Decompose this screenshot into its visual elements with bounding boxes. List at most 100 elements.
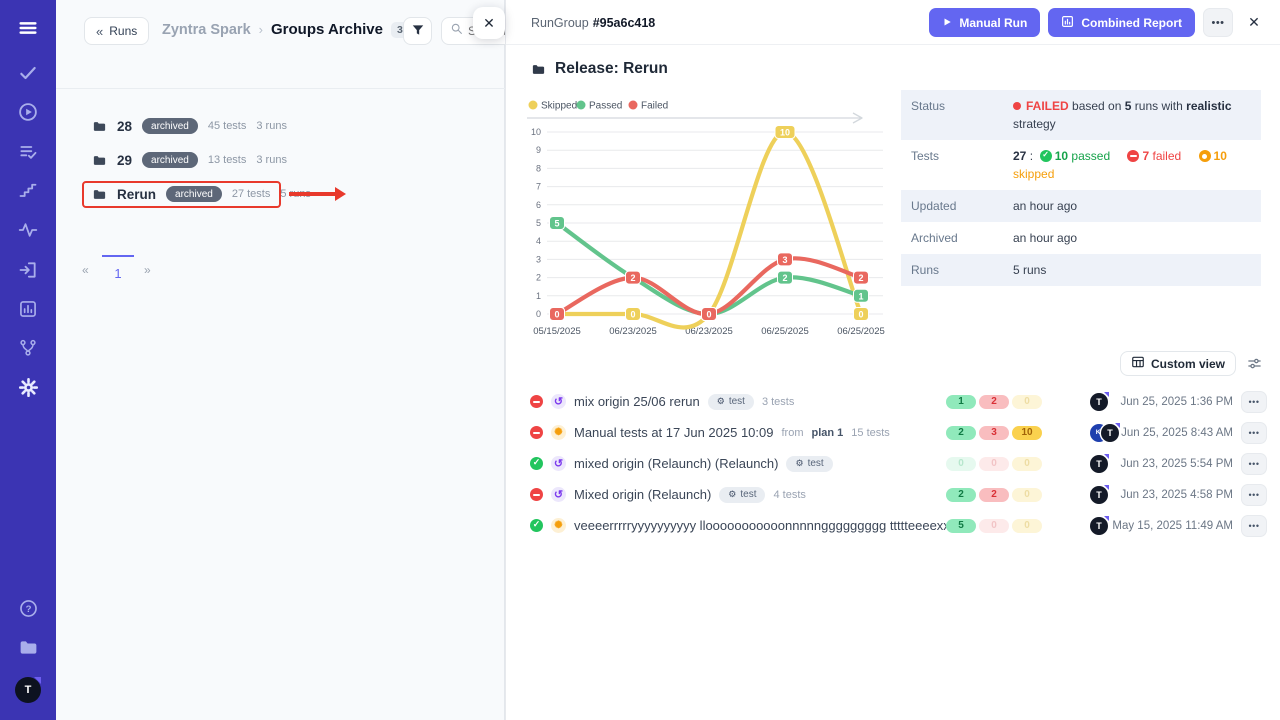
run-name[interactable]: mixed origin (Relaunch) (Relaunch): [574, 456, 778, 471]
breadcrumb-project[interactable]: Zyntra Spark: [162, 22, 251, 38]
run-row[interactable]: Manual tests at 17 Jun 2025 10:09frompla…: [530, 417, 1267, 448]
failed-dot-icon: [1013, 102, 1021, 110]
folder-icon: [531, 62, 546, 77]
combined-report-label: Combined Report: [1081, 16, 1182, 30]
test-tag-badge: test: [719, 487, 765, 503]
user-avatar[interactable]: T: [15, 677, 41, 703]
automated-run-icon: [551, 487, 566, 502]
run-more-button[interactable]: •••: [1241, 422, 1267, 444]
run-avatars: T: [1090, 393, 1108, 411]
run-row[interactable]: mixed origin (Relaunch) (Relaunch)test00…: [530, 448, 1267, 479]
svg-text:2: 2: [630, 273, 635, 283]
run-avatars: T: [1090, 486, 1108, 504]
group-runs-count: 3 runs: [256, 154, 287, 166]
group-tests-count: 27 tests: [232, 188, 271, 200]
run-row[interactable]: Mixed origin (Relaunch)test4 tests220TJu…: [530, 479, 1267, 510]
failed-count-pill: 3: [979, 426, 1009, 440]
sidebar-item-menu[interactable]: [0, 12, 56, 48]
run-name[interactable]: mix origin 25/06 rerun: [574, 394, 700, 409]
run-row[interactable]: veeeerrrrryyyyyyyyyy llooooooooooonnnnng…: [530, 510, 1267, 541]
group-list: 28archived45 tests3 runs29archived13 tes…: [56, 109, 505, 211]
run-more-button[interactable]: •••: [1241, 453, 1267, 475]
runs-value: 5 runs: [1013, 261, 1251, 279]
updated-value: an hour ago: [1013, 197, 1251, 215]
passed-status-icon: [530, 457, 543, 470]
filter-settings-icon[interactable]: [1247, 356, 1262, 371]
table-icon: [1131, 355, 1145, 372]
dot-circle-icon: [1199, 150, 1211, 162]
svg-text:06/23/2025: 06/23/2025: [609, 326, 657, 337]
sidebar-item-branch[interactable]: [0, 332, 56, 368]
manual-run-icon: [551, 518, 566, 533]
sidebar-item-projects[interactable]: [0, 632, 56, 668]
status-runs-count: 5: [1125, 99, 1132, 113]
sidebar-item-analytics[interactable]: [0, 214, 56, 250]
sidebar-item-settings[interactable]: [0, 372, 56, 408]
tests-total: 27: [1013, 149, 1026, 163]
group-row-29[interactable]: 29archived13 tests3 runs: [56, 143, 505, 177]
archived-value: an hour ago: [1013, 229, 1251, 247]
archived-badge: archived: [142, 118, 198, 134]
avatar: T: [1090, 517, 1108, 535]
manual-run-label: Manual Run: [959, 16, 1027, 30]
check-circle-icon: [1040, 150, 1052, 162]
run-more-button[interactable]: •••: [1241, 391, 1267, 413]
sidebar-item-plans[interactable]: [0, 136, 56, 172]
close-panel-button[interactable]: ✕: [1241, 8, 1267, 37]
automated-run-icon: [551, 456, 566, 471]
sidebar-item-help[interactable]: ?: [0, 593, 56, 629]
sidebar-item-milestones[interactable]: [0, 175, 56, 211]
avatar: T: [1101, 424, 1119, 442]
run-row[interactable]: mix origin 25/06 reruntest3 tests120TJun…: [530, 386, 1267, 417]
more-actions-button[interactable]: •••: [1203, 8, 1233, 37]
header-actions: Manual Run Combined Report ••• ✕: [929, 8, 1267, 37]
result-pills: 500: [946, 519, 1042, 533]
group-runs-count: 3 runs: [256, 120, 287, 132]
run-more-button[interactable]: •••: [1241, 484, 1267, 506]
custom-view-button[interactable]: Custom view: [1120, 351, 1236, 376]
sidebar-item-import[interactable]: [0, 254, 56, 290]
test-tag-badge: test: [708, 394, 754, 410]
close-popover-button[interactable]: ✕: [473, 7, 505, 39]
group-row-rerun[interactable]: Rerunarchived27 tests5 runs: [56, 177, 505, 211]
failed-count: 7: [1142, 149, 1149, 163]
sidebar: ?T: [0, 0, 56, 720]
plan-link[interactable]: plan 1: [811, 427, 843, 439]
svg-text:5: 5: [536, 218, 541, 228]
plans-icon: [18, 142, 38, 167]
filter-button[interactable]: [403, 17, 432, 45]
passed-count: 10: [1055, 149, 1068, 163]
run-name[interactable]: veeeerrrrryyyyyyyyyy llooooooooooonnnnng…: [574, 518, 964, 533]
sidebar-item-tests[interactable]: [0, 57, 56, 93]
release-title: Release: Rerun: [531, 60, 668, 78]
passed-stat: 10 passed: [1040, 149, 1110, 163]
failed-status-icon: [530, 395, 543, 408]
manual-run-icon: [551, 425, 566, 440]
run-list: mix origin 25/06 reruntest3 tests120TJun…: [530, 386, 1267, 541]
manual-run-button[interactable]: Manual Run: [929, 8, 1040, 37]
breadcrumb-current: Groups Archive: [271, 21, 383, 38]
run-name[interactable]: Manual tests at 17 Jun 2025 10:09: [574, 425, 773, 440]
sidebar-item-reports[interactable]: [0, 293, 56, 329]
folder-icon: [92, 119, 107, 134]
avatar: T: [1090, 486, 1108, 504]
pagination-next[interactable]: »: [144, 263, 151, 277]
run-more-button[interactable]: •••: [1241, 515, 1267, 537]
svg-text:4: 4: [536, 236, 541, 246]
svg-text:0: 0: [554, 310, 559, 320]
combined-report-button[interactable]: Combined Report: [1048, 8, 1195, 37]
milestones-icon: [18, 181, 38, 206]
branch-icon: [18, 338, 38, 363]
bar-chart-icon: [1061, 15, 1074, 31]
tests-separator: :: [1030, 149, 1033, 163]
passed-count-pill: 5: [946, 519, 976, 533]
back-to-runs-button[interactable]: « Runs: [84, 17, 149, 45]
passed-status-icon: [530, 519, 543, 532]
sidebar-item-runs[interactable]: [0, 96, 56, 132]
group-row-28[interactable]: 28archived45 tests3 runs: [56, 109, 505, 143]
status-value: FAILED based on 5 runs with realistic st…: [1013, 97, 1251, 133]
failed-count-pill: 2: [979, 488, 1009, 502]
run-name[interactable]: Mixed origin (Relaunch): [574, 487, 711, 502]
pagination-prev[interactable]: «: [82, 263, 89, 277]
pagination-page-1[interactable]: 1: [102, 255, 134, 281]
